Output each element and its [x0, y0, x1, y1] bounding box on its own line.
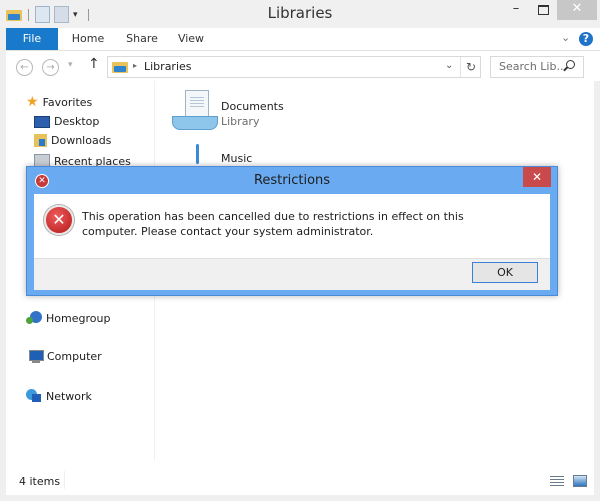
help-icon[interactable]: ?	[579, 32, 593, 46]
refresh-button[interactable]: ↻	[460, 57, 481, 77]
library-name: Documents	[221, 100, 284, 113]
ribbon: File Home Share View ⌄ ?	[6, 28, 600, 51]
dialog-message: This operation has been cancelled due to…	[82, 210, 464, 238]
sidebar-item-homegroup[interactable]: Homegroup	[26, 311, 110, 325]
sidebar-item-label: Favorites	[42, 95, 93, 109]
large-icons-view-icon[interactable]	[573, 475, 587, 487]
documents-library-icon	[172, 90, 218, 134]
address-bar[interactable]: ▸ Libraries ⌄ ↻	[107, 56, 481, 78]
error-icon: ✕	[44, 205, 74, 235]
tab-file[interactable]: File	[6, 28, 58, 50]
minimize-button[interactable]: –	[503, 0, 529, 20]
sidebar-item-desktop[interactable]: Desktop	[34, 115, 99, 128]
library-name: Music	[221, 152, 253, 165]
dialog-close-button[interactable]: ✕	[523, 167, 551, 187]
details-view-icon[interactable]	[550, 476, 564, 486]
breadcrumb-libraries[interactable]: Libraries	[144, 60, 192, 73]
sidebar-item-favorites[interactable]: ★ Favorites	[26, 95, 92, 109]
breadcrumb-arrow-icon[interactable]: ▸	[133, 61, 137, 70]
library-item-music[interactable]: Music	[172, 144, 332, 166]
star-icon: ★	[26, 94, 39, 110]
search-input[interactable]: Search Lib...	[490, 56, 584, 78]
downloads-icon	[34, 134, 47, 147]
homegroup-icon	[26, 311, 42, 325]
tab-home[interactable]: Home	[68, 28, 108, 50]
forward-button[interactable]: →	[42, 59, 59, 76]
library-type: Library	[221, 115, 260, 128]
sidebar-item-label: Downloads	[51, 134, 112, 147]
sidebar-item-network[interactable]: Network	[26, 389, 92, 403]
search-placeholder: Search Lib...	[499, 60, 567, 73]
status-bar: 4 items	[6, 461, 594, 495]
tab-view[interactable]: View	[176, 28, 206, 50]
dialog-title: Restrictions	[253, 173, 331, 188]
search-icon[interactable]	[566, 60, 575, 69]
title-bar: ▾ Libraries – ✕	[0, 0, 600, 28]
sidebar-item-label: Homegroup	[46, 311, 111, 325]
back-button[interactable]: ←	[16, 59, 33, 76]
desktop-icon	[34, 115, 50, 128]
divider	[64, 471, 65, 489]
dialog-footer: OK	[34, 258, 550, 290]
ok-button[interactable]: OK	[472, 262, 538, 283]
sidebar-item-computer[interactable]: Computer	[26, 350, 102, 363]
maximize-button[interactable]	[530, 0, 556, 20]
sidebar-item-label: Network	[46, 389, 92, 403]
navigation-bar: ← → ▾ ↑ ▸ Libraries ⌄ ↻ Search Lib...	[6, 51, 600, 81]
computer-icon	[26, 350, 44, 363]
library-item-documents[interactable]: Documents Library	[172, 90, 332, 136]
music-library-icon	[190, 144, 204, 166]
library-tray	[172, 116, 218, 130]
maximize-icon	[537, 5, 549, 15]
item-count: 4 items	[19, 475, 61, 488]
restrictions-dialog: ✕ Restrictions ✕ ✕ This operation has be…	[26, 166, 558, 296]
tab-share[interactable]: Share	[122, 28, 162, 50]
address-dropdown-icon[interactable]: ⌄	[445, 60, 453, 71]
expand-ribbon-icon[interactable]: ⌄	[561, 31, 570, 44]
dialog-body: ✕ This operation has been cancelled due …	[34, 194, 550, 258]
sidebar-item-label: Desktop	[54, 115, 100, 128]
sidebar-item-downloads[interactable]: Downloads	[34, 134, 111, 147]
sidebar-item-label: Computer	[47, 350, 102, 363]
network-icon	[26, 389, 42, 403]
up-button[interactable]: ↑	[88, 56, 100, 72]
close-button[interactable]: ✕	[557, 0, 597, 20]
recent-locations-icon[interactable]: ▾	[68, 60, 73, 70]
libraries-folder-icon	[112, 60, 128, 73]
